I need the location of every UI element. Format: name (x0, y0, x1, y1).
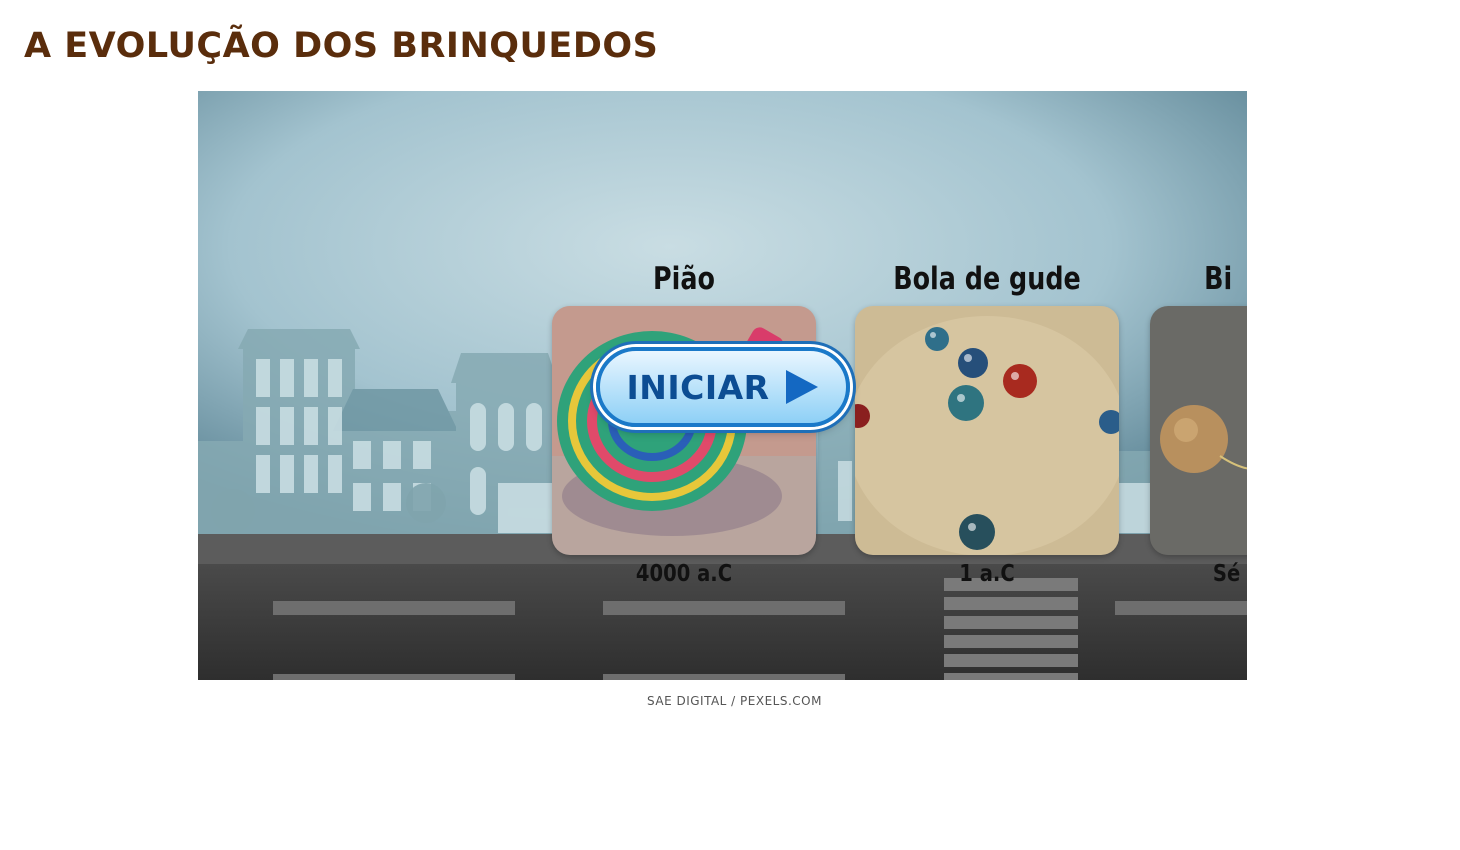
spinning-top-photo (552, 306, 816, 555)
cup-and-ball-photo (1150, 306, 1247, 555)
card-title-third: Bi (1204, 261, 1233, 297)
marbles-photo (855, 306, 1119, 555)
page-title: A EVOLUÇÃO DOS BRINQUEDOS (24, 26, 659, 66)
card-date-piao: 4000 a.C (635, 561, 733, 587)
card-date-third: Sé (1212, 561, 1241, 587)
card-title-bola-de-gude: Bola de gude (893, 261, 1081, 297)
start-button[interactable]: INICIAR (596, 347, 850, 427)
card-title-piao: Pião (653, 261, 715, 297)
play-icon (785, 370, 818, 404)
interactive-timeline: Pião 4000 a.C Bola de gude 1 a.C Bi Sé I… (198, 91, 1247, 680)
image-credit: SAE DIGITAL / PEXELS.COM (647, 694, 822, 708)
card-date-bola-de-gude: 1 a.C (959, 561, 1015, 587)
start-button-label: INICIAR (626, 367, 770, 407)
